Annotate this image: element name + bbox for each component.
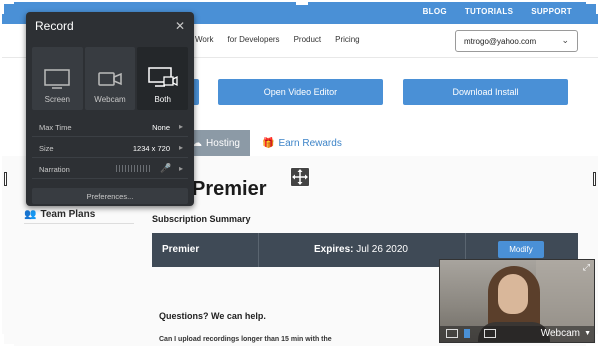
nav-pricing[interactable]: Pricing [335, 35, 359, 44]
recorder-settings: Max Time None ▸ Size 1234 x 720 ▸ Narrat… [32, 116, 188, 179]
recorder-title: Record [35, 19, 74, 33]
mode-webcam-button[interactable]: Webcam [84, 47, 136, 110]
faq-question[interactable]: Can I upload recordings longer than 15 m… [159, 336, 332, 343]
resize-corner-bottom-left[interactable] [2, 334, 14, 346]
chevron-down-icon[interactable]: ▼ [584, 330, 591, 337]
expires-label: Expires: [314, 244, 354, 255]
plan-expiry: Expires: Jul 26 2020 [314, 244, 408, 255]
tutorials-link[interactable]: TUTORIALS [465, 7, 513, 16]
sidebar-item-team-plans[interactable]: 👥 Team Plans [24, 206, 134, 224]
setting-label: Narration [39, 165, 70, 174]
setting-max-time[interactable]: Max Time None ▸ [32, 116, 188, 137]
screen-only-icon[interactable] [446, 329, 458, 338]
webcam-icon [98, 72, 122, 86]
page-title: Premier [192, 178, 267, 200]
mode-screen-button[interactable]: Screen [32, 47, 83, 110]
tab-hosting-label: Hosting [206, 137, 240, 149]
resize-handle-left[interactable] [4, 172, 7, 186]
users-icon: 👥 [24, 209, 37, 220]
webcam-small-icon[interactable] [464, 329, 470, 338]
blog-link[interactable]: BLOG [423, 7, 447, 16]
account-dropdown[interactable]: mtrogo@yahoo.com ⌄ [455, 30, 578, 52]
modify-button[interactable]: Modify [498, 241, 544, 258]
chevron-down-icon: ⌄ [561, 35, 569, 45]
recording-region-frame[interactable]: BLOG TUTORIALS SUPPORT Work for Develope… [0, 0, 600, 348]
chevron-right-icon: ▸ [178, 122, 183, 131]
screen-icon [44, 69, 71, 89]
open-video-editor-button[interactable]: Open Video Editor [218, 79, 383, 105]
screen-webcam-icon [147, 67, 178, 87]
mode-screen-label: Screen [44, 95, 71, 104]
webcam-controls: Webcam ▼ [440, 326, 594, 342]
expires-date: Jul 26 2020 [356, 244, 408, 255]
questions-heading: Questions? We can help. [159, 311, 266, 321]
move-handle-icon[interactable] [290, 167, 310, 187]
resize-corner-top-left[interactable] [2, 2, 14, 14]
resize-handle-right[interactable] [593, 172, 596, 186]
webcam-source-label[interactable]: Webcam [541, 328, 580, 339]
webcam-preview[interactable]: ⤢ Webcam ▼ [439, 259, 595, 343]
mode-both-label: Both [154, 95, 171, 104]
gift-icon: 🎁 [262, 137, 275, 149]
expand-icon[interactable]: ⤢ [583, 262, 590, 273]
nav-product[interactable]: Product [294, 35, 322, 44]
account-email: mtrogo@yahoo.com [464, 37, 537, 46]
capture-mode-selector: Screen Webcam Both [32, 47, 189, 110]
mode-webcam-label: Webcam [94, 95, 126, 104]
tab-earn-rewards[interactable]: 🎁 Earn Rewards [262, 130, 342, 156]
close-icon[interactable]: ✕ [175, 19, 185, 33]
setting-narration[interactable]: Narration 🎤 ▸ [32, 158, 188, 179]
chevron-right-icon: ▸ [178, 164, 183, 173]
recorder-panel: Record ✕ Screen Webcam Both Max Time Non… [26, 12, 194, 206]
chevron-right-icon: ▸ [178, 143, 183, 152]
setting-size[interactable]: Size 1234 x 720 ▸ [32, 137, 188, 158]
subscription-summary-heading: Subscription Summary [152, 214, 251, 224]
plan-name: Premier [162, 244, 200, 255]
microphone-icon: 🎤 [160, 163, 172, 173]
mode-both-button[interactable]: Both [137, 47, 189, 110]
resize-corner-top-right[interactable] [586, 2, 598, 14]
webcam-person-face [498, 274, 528, 314]
setting-label: Max Time [39, 123, 72, 132]
move-arrows-icon [292, 169, 308, 185]
nav-work[interactable]: Work [195, 35, 214, 44]
team-plans-label: Team Plans [40, 209, 96, 220]
resize-handle-top[interactable] [296, 2, 308, 5]
audio-level-meter [116, 165, 152, 172]
setting-label: Size [39, 144, 54, 153]
divider [258, 233, 259, 267]
support-link[interactable]: SUPPORT [531, 7, 572, 16]
setting-value: None [152, 123, 170, 132]
screen-webcam-toggle-icon[interactable] [484, 329, 496, 338]
download-install-button[interactable]: Download Install [403, 79, 568, 105]
account-tabs: ☁ Hosting 🎁 Earn Rewards [182, 130, 342, 156]
tab-earn-rewards-label: Earn Rewards [278, 137, 342, 149]
setting-value: 1234 x 720 [132, 144, 170, 153]
preferences-button[interactable]: Preferences... [32, 188, 188, 204]
nav-developers[interactable]: for Developers [228, 35, 280, 44]
